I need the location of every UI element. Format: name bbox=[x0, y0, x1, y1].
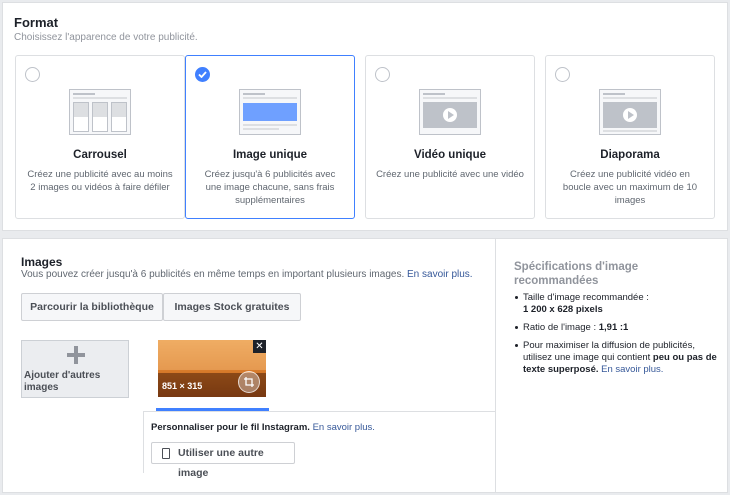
divider bbox=[143, 411, 495, 412]
uploaded-image-thumbnail[interactable]: 851 × 315 ✕ bbox=[158, 340, 266, 397]
format-card-diaporama[interactable]: Diaporama Créez une publicité vidéo en b… bbox=[545, 55, 715, 219]
radio-checked-icon[interactable] bbox=[195, 67, 210, 82]
specs-title: Spécifications d'image recommandées bbox=[514, 261, 639, 287]
slideshow-thumbnail-icon bbox=[599, 89, 661, 135]
video-thumbnail-icon bbox=[419, 89, 481, 135]
stock-images-button[interactable]: Images Stock gratuites bbox=[163, 293, 301, 321]
format-panel: Format Choisissez l'apparence de votre p… bbox=[2, 2, 728, 231]
image-specs-column: Spécifications d'image recommandées Tail… bbox=[495, 239, 727, 492]
close-icon[interactable]: ✕ bbox=[253, 340, 266, 353]
instagram-customize-row: Personnaliser pour le fil Instagram. En … bbox=[151, 422, 375, 433]
single-image-thumbnail-icon bbox=[239, 89, 301, 135]
spec-item-ratio: Ratio de l'image : 1,91 :1 bbox=[514, 322, 719, 334]
add-images-tile[interactable]: Ajouter d'autres images bbox=[21, 340, 129, 398]
spec-item-size: Taille d'image recommandée : 1 200 x 628… bbox=[514, 292, 719, 316]
images-left-column: Images Vous pouvez créer jusqu'à 6 publi… bbox=[3, 239, 495, 492]
images-title: Images bbox=[21, 255, 63, 269]
format-card-image-unique[interactable]: Image unique Créez jusqu'à 6 publicités … bbox=[185, 55, 355, 219]
format-card-carrousel[interactable]: Carrousel Créez une publicité avec au mo… bbox=[15, 55, 185, 219]
add-images-label: Ajouter d'autres images bbox=[24, 370, 101, 393]
radio-button[interactable] bbox=[555, 67, 570, 82]
format-subtitle: Choisissez l'apparence de votre publicit… bbox=[14, 32, 198, 43]
card-description: Créez une publicité avec une vidéo bbox=[376, 169, 524, 180]
card-title: Diaporama bbox=[600, 149, 660, 161]
format-card-video-unique[interactable]: Vidéo unique Créez une publicité avec un… bbox=[365, 55, 535, 219]
images-panel: Images Vous pouvez créer jusqu'à 6 publi… bbox=[2, 238, 728, 493]
card-title: Carrousel bbox=[73, 149, 127, 161]
use-other-image-button[interactable]: Utiliser une autre image bbox=[151, 442, 295, 479]
specs-list: Taille d'image recommandée : 1 200 x 628… bbox=[514, 292, 719, 382]
divider bbox=[143, 411, 144, 473]
learn-more-link[interactable]: En savoir plus. bbox=[407, 269, 473, 280]
image-dimensions-label: 851 × 315 bbox=[162, 381, 203, 391]
format-title: Format bbox=[14, 15, 59, 30]
phone-icon bbox=[162, 448, 170, 459]
specs-learn-more-link[interactable]: En savoir plus. bbox=[601, 364, 663, 375]
card-description: Créez une publicité avec au moins 2 imag… bbox=[27, 169, 173, 193]
radio-button[interactable] bbox=[375, 67, 390, 82]
instagram-learn-more-link[interactable]: En savoir plus. bbox=[313, 422, 375, 433]
images-subtitle: Vous pouvez créer jusqu'à 6 publicités e… bbox=[21, 269, 473, 280]
card-description: Créez jusqu'à 6 publicités avec une imag… bbox=[204, 169, 336, 206]
card-title: Image unique bbox=[232, 149, 308, 161]
card-title: Vidéo unique bbox=[414, 149, 486, 161]
carousel-thumbnail-icon bbox=[69, 89, 131, 135]
crop-icon[interactable] bbox=[238, 371, 260, 393]
radio-button[interactable] bbox=[25, 67, 40, 82]
spec-item-text-overlay: Pour maximiser la diffusion de publicité… bbox=[514, 340, 719, 376]
browse-library-button[interactable]: Parcourir la bibliothèque bbox=[21, 293, 163, 321]
card-description: Créez une publicité vidéo en boucle avec… bbox=[562, 169, 698, 206]
plus-icon bbox=[67, 346, 85, 364]
